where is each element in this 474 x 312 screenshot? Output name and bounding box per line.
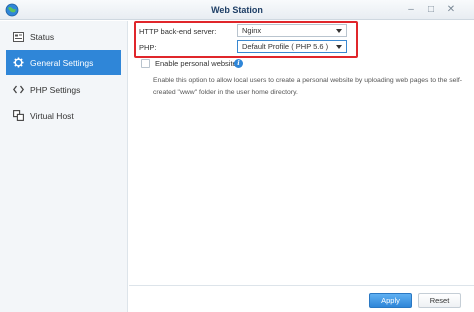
reset-button[interactable]: Reset: [418, 293, 461, 308]
close-icon[interactable]: ✕: [445, 4, 457, 16]
maximize-icon[interactable]: □: [425, 4, 437, 16]
chevron-down-icon: [336, 29, 342, 33]
http-server-select[interactable]: Nginx: [237, 24, 347, 37]
window-title: Web Station: [211, 5, 263, 15]
http-server-label: HTTP back-end server:: [139, 27, 217, 36]
gear-icon: [12, 57, 24, 69]
sidebar-item-label: Status: [30, 31, 55, 42]
sidebar: Status General Settings PHP Settings Vir…: [0, 21, 128, 312]
php-profile-select[interactable]: Default Profile ( PHP 5.6 ): [237, 40, 347, 53]
sidebar-item-label: PHP Settings: [30, 84, 81, 95]
sidebar-item-status[interactable]: Status: [6, 24, 121, 49]
status-icon: [12, 31, 24, 43]
info-icon[interactable]: i: [234, 59, 243, 68]
minimize-icon[interactable]: –: [405, 4, 417, 16]
code-brackets-icon: [12, 84, 24, 96]
php-label: PHP:: [139, 43, 157, 52]
enable-personal-website-label[interactable]: Enable personal website: [155, 59, 237, 68]
apply-button[interactable]: Apply: [369, 293, 412, 308]
title-bar: Web Station – □ ✕: [0, 0, 474, 20]
sidebar-item-php-settings[interactable]: PHP Settings: [6, 77, 121, 102]
general-settings-panel: HTTP back-end server: Nginx PHP: Default…: [129, 21, 474, 312]
sidebar-item-general-settings[interactable]: General Settings: [6, 50, 121, 75]
footer-bar: Apply Reset: [129, 285, 474, 312]
sidebar-item-label: General Settings: [30, 57, 94, 68]
enable-personal-website-checkbox[interactable]: [141, 59, 150, 68]
php-profile-value: Default Profile ( PHP 5.6 ): [242, 42, 329, 51]
sidebar-item-virtual-host[interactable]: Virtual Host: [6, 103, 121, 128]
http-server-value: Nginx: [242, 26, 262, 35]
chevron-down-icon: [336, 45, 342, 49]
personal-website-description: Enable this option to allow local users …: [153, 77, 463, 96]
sidebar-item-label: Virtual Host: [30, 110, 74, 121]
virtual-host-icon: [12, 110, 24, 122]
